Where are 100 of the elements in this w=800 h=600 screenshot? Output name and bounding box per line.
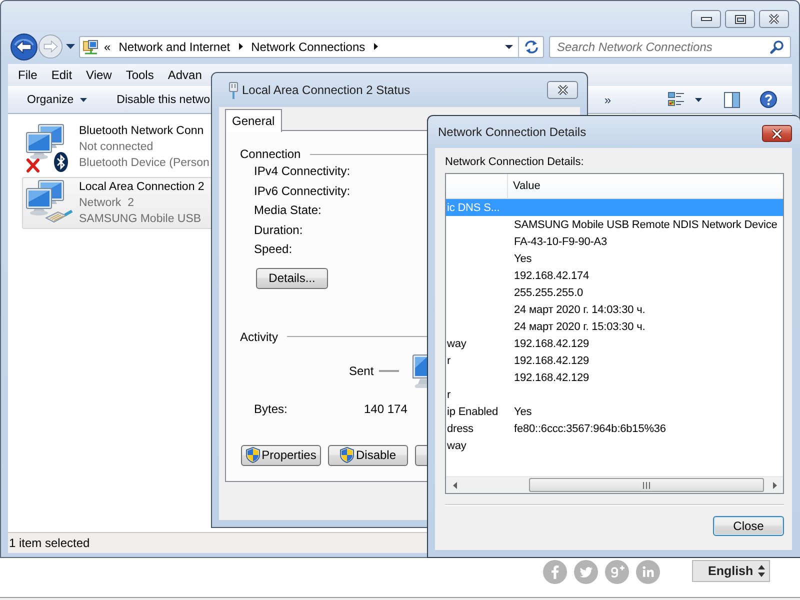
scroll-left-icon[interactable] bbox=[452, 482, 456, 488]
breadcrumb-link[interactable]: Network and Internet bbox=[118, 40, 230, 54]
view-options-icon[interactable] bbox=[668, 92, 685, 107]
list-row[interactable]: r 192.168.42.129 bbox=[446, 352, 783, 369]
cable-plug-icon bbox=[45, 208, 73, 223]
dialog-title: Local Area Connection 2 Status bbox=[242, 83, 410, 97]
status-text: 1 item selected bbox=[9, 536, 90, 550]
close-button[interactable]: Close bbox=[713, 516, 784, 536]
breadcrumb-link[interactable]: Network Connections bbox=[251, 40, 366, 54]
caret-icon[interactable] bbox=[695, 98, 702, 102]
property-cell: way bbox=[447, 440, 466, 452]
horizontal-scrollbar[interactable] bbox=[446, 476, 783, 493]
field-label: IPv6 Connectivity: bbox=[254, 182, 350, 200]
scrollbar-thumb[interactable] bbox=[529, 478, 764, 492]
list-row[interactable]: 255.255.255.0 bbox=[446, 284, 783, 301]
sent-label: Sent bbox=[349, 364, 374, 378]
grip-icon bbox=[643, 482, 650, 488]
search-icon[interactable] bbox=[770, 40, 784, 54]
preview-pane-icon[interactable] bbox=[724, 92, 740, 108]
group-heading: Activity bbox=[240, 330, 278, 344]
list-row[interactable]: dress fe80::6ccc:3567:964b:6b15%36 bbox=[446, 420, 783, 437]
value-cell-text: Yes bbox=[513, 406, 532, 418]
list-row[interactable]: ip Enabled Yes bbox=[446, 403, 783, 420]
language-select[interactable]: English bbox=[692, 560, 770, 582]
value-cell-text: 24 март 2020 г. 15:03:30 ч. bbox=[513, 320, 646, 332]
shield-icon bbox=[246, 447, 260, 463]
toolbar-button[interactable]: Disable this netwo bbox=[116, 94, 210, 106]
close-icon bbox=[556, 85, 568, 95]
bluetooth-icon bbox=[54, 152, 68, 172]
caret-icon[interactable] bbox=[505, 44, 513, 48]
field-label: Duration: bbox=[254, 222, 303, 238]
address-bar[interactable]: « Network and Internet Network Connections bbox=[79, 36, 544, 58]
list-row[interactable]: SAMSUNG Mobile USB Remote NDIS Network Device bbox=[446, 216, 783, 233]
connection-item[interactable]: Bluetooth Network Conn Not connected Bluetooth Device (Person bbox=[22, 121, 211, 173]
menu-item[interactable]: Edit bbox=[44, 68, 80, 82]
list-row[interactable]: FA-43-10-F9-90-A3 bbox=[446, 233, 783, 250]
value-cell-text: SAMSUNG Mobile USB Remote NDIS Network Device bbox=[513, 218, 778, 230]
window-close-button[interactable] bbox=[547, 81, 578, 99]
property-cell: r bbox=[447, 354, 451, 366]
updown-arrows-icon bbox=[758, 565, 766, 577]
device-name: Bluetooth Device (Person bbox=[79, 156, 210, 171]
list-row[interactable]: r bbox=[446, 386, 783, 403]
details-button[interactable]: Details... bbox=[256, 268, 328, 288]
dialog-title: Network Connection Details bbox=[438, 125, 586, 139]
list-row[interactable]: 192.168.42.129 bbox=[446, 369, 783, 386]
group-heading: Connection bbox=[240, 147, 301, 161]
close-icon bbox=[768, 14, 780, 24]
menu-item[interactable]: Advan bbox=[160, 68, 209, 82]
value-cell-text: 192.168.42.174 bbox=[513, 270, 590, 282]
list-row[interactable]: 24 март 2020 г. 14:03:30 ч. bbox=[446, 301, 783, 318]
dialog-button[interactable]: Properties bbox=[241, 444, 321, 466]
chevron-icon[interactable] bbox=[239, 43, 244, 50]
minimize-icon bbox=[700, 17, 712, 21]
window-close-button[interactable] bbox=[759, 10, 789, 28]
value-cell-text: 192.168.42.129 bbox=[513, 338, 590, 350]
property-cell: dress bbox=[447, 422, 474, 434]
connection-item[interactable]: Local Area Connection 2 Network 2 SAMSUNG Mobile USB bbox=[22, 177, 211, 229]
toolbar-overflow-button[interactable]: » bbox=[604, 92, 611, 106]
computer-icon bbox=[412, 354, 427, 388]
close-icon bbox=[771, 128, 783, 138]
list-row[interactable]: way bbox=[446, 437, 783, 454]
menu-item[interactable]: View bbox=[79, 68, 119, 82]
maximize-icon bbox=[734, 14, 746, 24]
value-cell-text: 24 март 2020 г. 14:03:30 ч. bbox=[513, 304, 646, 316]
value-cell-text: 192.168.42.129 bbox=[513, 354, 590, 366]
search-field[interactable]: Search Network Connections bbox=[549, 36, 791, 58]
breadcrumb-overflow-button[interactable]: « bbox=[104, 40, 111, 54]
connection-name: Bluetooth Network Conn bbox=[79, 124, 205, 139]
list-caption: Network Connection Details: bbox=[445, 155, 584, 169]
value-cell-text: 255.255.255.0 bbox=[513, 286, 584, 298]
connection-name: Local Area Connection 2 bbox=[79, 180, 204, 195]
property-cell: ip Enabled bbox=[447, 406, 498, 418]
list-row[interactable]: way 192.168.42.129 bbox=[446, 335, 783, 352]
scroll-right-icon[interactable] bbox=[772, 482, 776, 488]
list-row[interactable]: 192.168.42.174 bbox=[446, 267, 783, 284]
dialog-button[interactable]: Disable bbox=[328, 444, 408, 466]
network-folder-icon bbox=[83, 38, 99, 54]
menu-item[interactable]: File bbox=[11, 68, 44, 82]
caret-icon bbox=[80, 98, 87, 102]
list-row[interactable]: Yes bbox=[446, 250, 783, 267]
chevron-icon[interactable] bbox=[374, 43, 378, 50]
bytes-label: Bytes: bbox=[254, 402, 288, 416]
value-cell-text: 192.168.42.129 bbox=[513, 372, 590, 384]
maximize-button[interactable] bbox=[725, 10, 755, 28]
help-icon[interactable] bbox=[760, 91, 777, 108]
list-row[interactable]: 24 март 2020 г. 15:03:30 ч. bbox=[446, 318, 783, 335]
window-close-button[interactable] bbox=[762, 125, 792, 142]
minimize-button[interactable] bbox=[691, 10, 721, 28]
caret-icon[interactable] bbox=[66, 44, 75, 49]
field-label: Speed: bbox=[254, 241, 292, 258]
toolbar-menu-button[interactable]: Organize bbox=[27, 94, 87, 106]
connection-status: Network 2 bbox=[79, 196, 135, 211]
value-cell-text: fe80::6ccc:3567:964b:6b15%36 bbox=[513, 422, 666, 434]
tab[interactable]: General bbox=[225, 109, 282, 132]
shield-icon bbox=[340, 447, 354, 463]
network-computers-icon bbox=[26, 124, 64, 160]
value-cell-text: Yes bbox=[513, 252, 532, 264]
device-name: SAMSUNG Mobile USB bbox=[79, 212, 202, 227]
menu-item[interactable]: Tools bbox=[118, 68, 161, 82]
dialog-button[interactable] bbox=[415, 444, 427, 466]
